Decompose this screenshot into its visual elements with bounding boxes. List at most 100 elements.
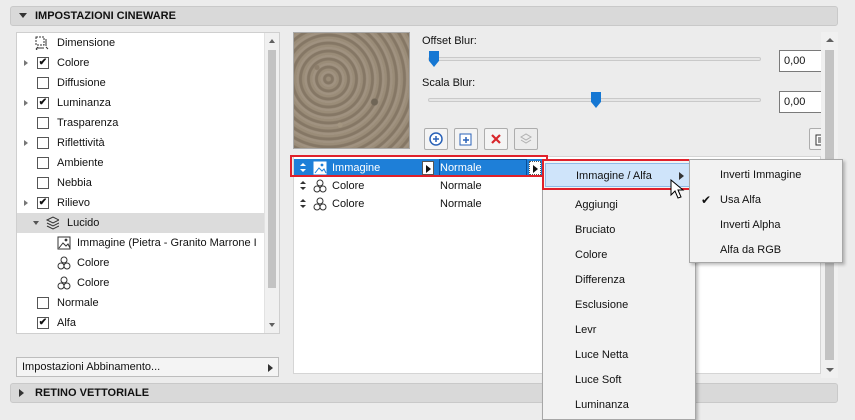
colore-checkbox[interactable]: ✔ <box>37 57 49 69</box>
tree-item-lucido[interactable]: Lucido <box>17 213 265 233</box>
scroll-down-icon[interactable] <box>269 323 275 327</box>
tree-item-luminanza[interactable]: ✔ Luminanza <box>17 93 265 113</box>
menu-item-label: Levr <box>575 324 597 336</box>
tree-item-colore-layer[interactable]: Colore <box>17 253 265 273</box>
delete-icon <box>491 134 501 144</box>
delete-layer-button[interactable] <box>484 128 508 150</box>
tree-item-normale[interactable]: Normale <box>17 293 265 313</box>
menu-item-label: Alfa da RGB <box>720 244 782 256</box>
menu-item-aggiungi[interactable]: Aggiungi <box>543 193 618 217</box>
riflettivita-checkbox[interactable] <box>37 137 49 149</box>
menu-item-differenza[interactable]: Differenza <box>543 268 625 292</box>
tree-item-label: Alfa <box>57 317 76 329</box>
expand-icon <box>19 389 24 397</box>
color-circles-icon <box>57 256 71 270</box>
tree-item-label: Rilievo <box>57 197 91 209</box>
luminanza-checkbox[interactable]: ✔ <box>37 97 49 109</box>
menu-item-inverti-alpha[interactable]: Inverti Alpha <box>690 213 781 237</box>
layer-name: Colore <box>332 198 365 210</box>
tree-item-nebbia[interactable]: Nebbia <box>17 173 265 193</box>
tree-item-label: Ambiente <box>57 157 104 169</box>
tree-item-colore[interactable]: ✔ Colore <box>17 53 265 73</box>
ambiente-checkbox[interactable] <box>37 157 49 169</box>
menu-item-inverti-immagine[interactable]: Inverti Immagine <box>690 163 801 187</box>
scroll-up-icon[interactable] <box>826 38 834 42</box>
layer-row-colore[interactable]: Colore Normale <box>294 195 544 213</box>
tree-item-label: Dimensione <box>57 37 116 49</box>
collapse-icon[interactable] <box>33 221 39 225</box>
nebbia-checkbox[interactable] <box>37 177 49 189</box>
cineware-section-header[interactable]: IMPOSTAZIONI CINEWARE <box>10 6 838 26</box>
expand-icon[interactable] <box>24 140 28 146</box>
alfa-checkbox[interactable]: ✔ <box>37 317 49 329</box>
tree-item-label: Immagine (Pietra - Granito Marrone I <box>77 237 257 249</box>
duplicate-icon <box>520 133 532 144</box>
trasparenza-checkbox[interactable] <box>37 117 49 129</box>
menu-item-label: Luce Soft <box>575 374 622 386</box>
menu-item-bruciato[interactable]: Bruciato <box>543 218 615 242</box>
menu-item-esclusione[interactable]: Esclusione <box>543 293 628 317</box>
layer-row-colore[interactable]: Colore Normale <box>294 177 544 195</box>
menu-item-luce-soft[interactable]: Luce Soft <box>543 368 621 392</box>
offset-blur-slider[interactable] <box>428 57 761 61</box>
scala-blur-slider-thumb[interactable] <box>591 92 601 108</box>
menu-item-label: Luce Netta <box>575 349 629 361</box>
dimension-icon <box>35 36 49 50</box>
expand-icon[interactable] <box>24 200 28 206</box>
menu-item-alfa-da-rgb[interactable]: Alfa da RGB <box>690 238 781 262</box>
menu-item-luce-netta[interactable]: Luce Netta <box>543 343 628 367</box>
menu-item-label: Inverti Immagine <box>720 169 802 181</box>
tree-item-label: Trasparenza <box>57 117 119 129</box>
menu-item-usa-alfa[interactable]: ✔ Usa Alfa <box>690 188 761 212</box>
blend-mode-value: Normale <box>440 180 482 192</box>
tree-item-colore-layer[interactable]: Colore <box>17 273 265 293</box>
tree-item-immagine[interactable]: Immagine (Pietra - Granito Marrone I <box>17 233 265 253</box>
expand-icon[interactable] <box>24 60 28 66</box>
diffusione-checkbox[interactable] <box>37 77 49 89</box>
tree-item-riflettivita[interactable]: Riflettività <box>17 133 265 153</box>
tree-item-label: Normale <box>57 297 99 309</box>
collapse-icon <box>19 13 27 18</box>
match-settings-dropdown[interactable]: Impostazioni Abbinamento... <box>16 357 279 377</box>
offset-blur-label: Offset Blur: <box>422 35 477 47</box>
alpha-submenu[interactable]: Inverti Immagine ✔ Usa Alfa Inverti Alph… <box>689 159 843 263</box>
add-color-layer-button[interactable] <box>424 128 448 150</box>
normale-checkbox[interactable] <box>37 297 49 309</box>
match-settings-label: Impostazioni Abbinamento... <box>22 361 161 373</box>
chevron-right-icon <box>268 364 273 372</box>
add-layer-icon <box>429 132 443 146</box>
scala-blur-label: Scala Blur: <box>422 77 476 89</box>
tree-scrollbar[interactable] <box>264 33 279 333</box>
retino-section-header[interactable]: RETINO VETTORIALE <box>10 383 838 403</box>
scroll-down-icon[interactable] <box>826 368 834 372</box>
tree-item-label: Riflettività <box>57 137 105 149</box>
rilievo-checkbox[interactable]: ✔ <box>37 197 49 209</box>
tree-item-label: Colore <box>77 257 110 269</box>
scroll-up-icon[interactable] <box>269 39 275 43</box>
tree-item-trasparenza[interactable]: Trasparenza <box>17 113 265 133</box>
add-image-layer-button[interactable] <box>454 128 478 150</box>
duplicate-layer-button[interactable] <box>514 128 538 150</box>
menu-item-label: Esclusione <box>575 299 629 311</box>
check-icon: ✔ <box>701 193 712 207</box>
highlight-frame <box>290 155 548 177</box>
tree-item-ambiente[interactable]: Ambiente <box>17 153 265 173</box>
tree-item-rilievo[interactable]: ✔ Rilievo <box>17 193 265 213</box>
offset-blur-slider-thumb[interactable] <box>429 51 439 67</box>
color-circles-icon <box>313 179 327 193</box>
tree-item-label: Nebbia <box>57 177 92 189</box>
menu-item-levr[interactable]: Levr <box>543 318 596 342</box>
retino-section-title: RETINO VETTORIALE <box>35 387 150 399</box>
menu-item-luminanza[interactable]: Luminanza <box>543 393 629 417</box>
mouse-cursor-icon <box>670 179 685 199</box>
scroll-thumb[interactable] <box>268 50 276 288</box>
menu-item-label: Aggiungi <box>575 199 618 211</box>
menu-item-label: Colore <box>575 249 608 261</box>
tree-item-dimensione[interactable]: Dimensione <box>17 33 265 53</box>
menu-item-colore[interactable]: Colore <box>543 243 607 267</box>
tree-item-alfa[interactable]: ✔ Alfa <box>17 313 265 333</box>
expand-icon[interactable] <box>24 100 28 106</box>
tree-item-diffusione[interactable]: Diffusione <box>17 73 265 93</box>
channel-tree[interactable]: Dimensione ✔ Colore Diffusione ✔ Luminan… <box>16 32 280 334</box>
tree-item-label: Diffusione <box>57 77 106 89</box>
